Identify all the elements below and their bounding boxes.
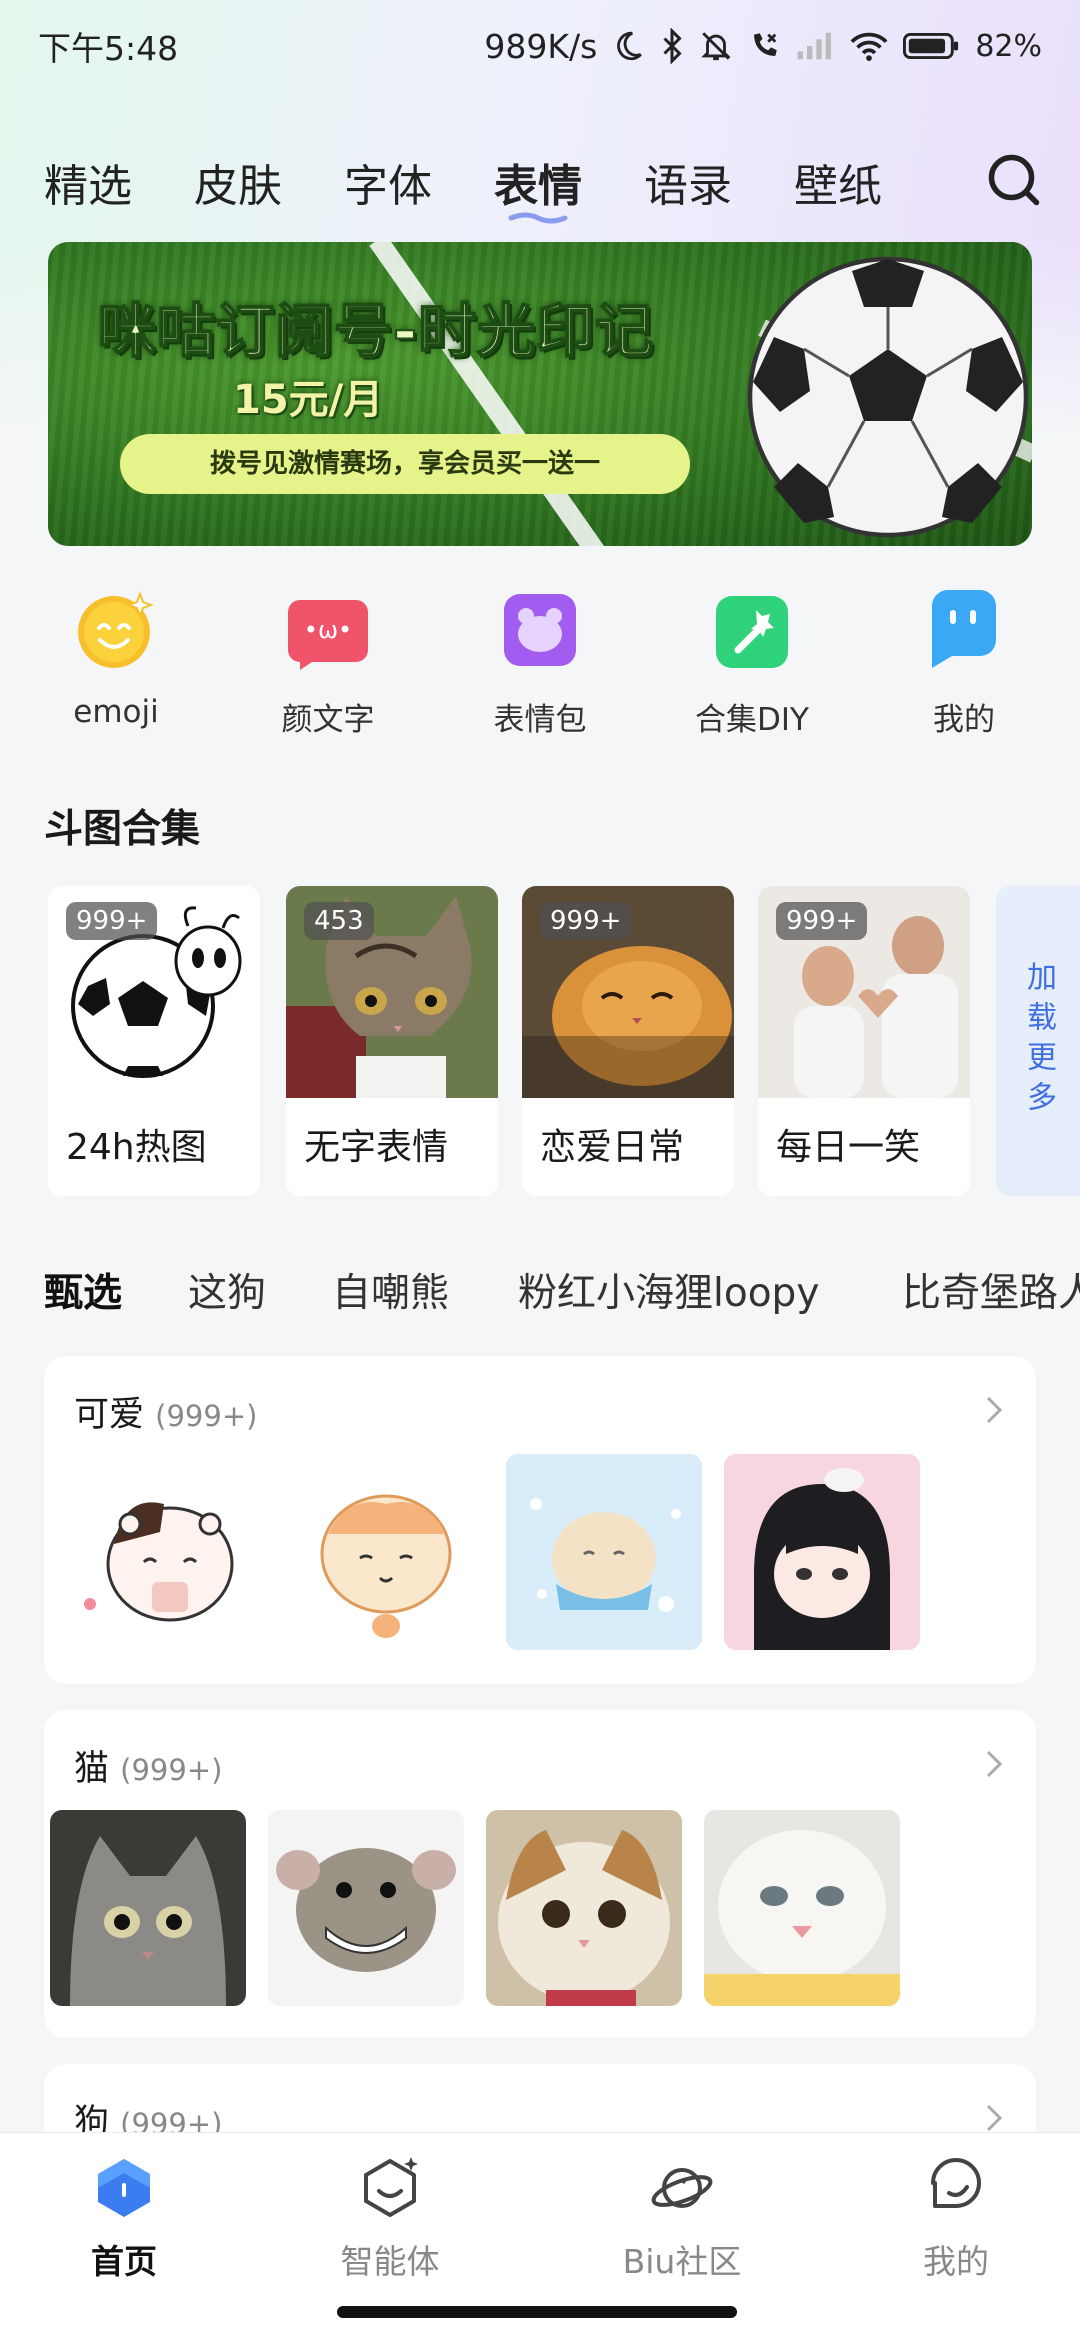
- top-tab-bar: 精选 皮肤 字体 表情 语录 壁纸: [0, 140, 1080, 230]
- panel-title: 可爱 (999+): [74, 1386, 257, 1437]
- subtab-this-dog[interactable]: 这狗: [188, 1262, 266, 1318]
- network-speed: 989K/s: [484, 26, 598, 66]
- tab-fonts[interactable]: 字体: [344, 150, 432, 214]
- emoji-icon: [78, 591, 154, 668]
- category-label: emoji: [73, 694, 159, 730]
- category-label: 合集DIY: [695, 702, 809, 738]
- planet-icon: [651, 2168, 713, 2208]
- count-badge: 999+: [776, 902, 868, 940]
- category-kaomoji[interactable]: •ω• 颜文字: [228, 588, 428, 739]
- banner-title: 咪咕订阅号-时光印记: [97, 296, 655, 366]
- collection-name: 无字表情: [304, 1127, 449, 1168]
- mute-bell-icon: [701, 32, 732, 61]
- panel-count: (999+): [155, 1399, 258, 1433]
- panel-title-text: 可爱: [74, 1395, 145, 1435]
- category-label: 表情包: [493, 702, 587, 738]
- sticker-thumbnail[interactable]: [724, 1454, 920, 1650]
- active-tab-indicator: [508, 212, 568, 224]
- subtab-curated[interactable]: 甄选: [44, 1262, 122, 1318]
- collection-card[interactable]: 999+ 24h热图: [48, 886, 260, 1196]
- panel-count: (999+): [120, 1753, 223, 1787]
- collection-card[interactable]: 453 无字表情: [286, 886, 498, 1196]
- sticker-thumbnail[interactable]: [268, 1810, 464, 2006]
- category-label: 我的: [933, 702, 995, 738]
- home-icon: [98, 2159, 150, 2217]
- count-badge: 999+: [540, 902, 632, 940]
- sticker-thumbnail[interactable]: [50, 1810, 246, 2006]
- my-stickers-icon: [932, 590, 996, 668]
- home-indicator[interactable]: [337, 2306, 737, 2318]
- subtab-self-mocking-bear[interactable]: 自嘲熊: [332, 1262, 449, 1318]
- tab-quotes[interactable]: 语录: [644, 150, 732, 214]
- panel-title: 猫 (999+): [74, 1740, 222, 1791]
- nav-label: Biu社区: [622, 2242, 742, 2281]
- subtab-bikini-bottom[interactable]: 比奇堡路人: [902, 1262, 1080, 1318]
- status-icons: 989K/s 82%: [484, 27, 1042, 66]
- promo-banner[interactable]: 咪咕订阅号-时光印记 15元/月 拨号见激情赛场，享会员买一送一: [48, 242, 1032, 546]
- collection-name: 24h热图: [66, 1127, 207, 1168]
- sticker-category-panel[interactable]: 猫 (999+): [44, 1710, 1036, 2038]
- tab-featured[interactable]: 精选: [44, 150, 132, 214]
- subtab-loopy[interactable]: 粉红小海狸loopy: [518, 1262, 819, 1318]
- sticker-thumbnail[interactable]: [486, 1810, 682, 2006]
- tab-wallpapers[interactable]: 壁纸: [794, 150, 882, 214]
- chevron-right-icon[interactable]: [982, 2100, 1006, 2136]
- search-icon[interactable]: [984, 150, 1044, 210]
- sticker-thumbnail[interactable]: [506, 1454, 702, 1650]
- count-badge: 999+: [66, 902, 158, 940]
- battery-icon: [903, 32, 959, 60]
- category-diy[interactable]: 合集DIY: [652, 588, 852, 739]
- nav-profile[interactable]: 我的: [856, 2153, 1056, 2283]
- panel-title-text: 猫: [74, 1749, 110, 1789]
- bluetooth-icon: [663, 28, 682, 64]
- nav-label: 我的: [923, 2242, 989, 2281]
- signal-icon: [797, 32, 832, 60]
- sticker-thumbnail[interactable]: [288, 1454, 484, 1650]
- sticker-category-panel[interactable]: 可爱 (999+): [44, 1356, 1036, 1684]
- wifi-icon: [850, 32, 888, 61]
- category-row: emoji •ω• 颜文字 表情包 合集DIY 我的: [0, 588, 1080, 738]
- sticker-pack-icon: [504, 594, 576, 666]
- chevron-right-icon[interactable]: [982, 1392, 1006, 1428]
- category-mine[interactable]: 我的: [864, 588, 1064, 739]
- tab-skins[interactable]: 皮肤: [194, 150, 282, 214]
- nav-label: 首页: [91, 2242, 157, 2281]
- status-bar: 下午5:48 989K/s 82%: [0, 0, 1080, 92]
- profile-icon: [931, 2158, 981, 2208]
- agent-icon: [364, 2157, 418, 2217]
- sticker-thumbnail[interactable]: [70, 1454, 266, 1650]
- sticker-filter-tabs: 甄选 这狗 自嘲熊 粉红小海狸loopy 比奇堡路人: [0, 1262, 1080, 1322]
- nav-agent[interactable]: 智能体: [290, 2153, 490, 2283]
- banner-price: 15元/月: [233, 377, 384, 423]
- call-blocked-icon: [754, 33, 778, 56]
- load-more-button[interactable]: 加载更多: [996, 886, 1080, 1196]
- chevron-right-icon[interactable]: [982, 1746, 1006, 1782]
- nav-community[interactable]: Biu社区: [582, 2153, 782, 2283]
- collection-name: 恋爱日常: [540, 1127, 685, 1168]
- nav-label: 智能体: [340, 2242, 440, 2281]
- sticker-thumbnail[interactable]: [704, 1810, 900, 2006]
- svg-text:•ω•: •ω•: [304, 616, 352, 644]
- status-time: 下午5:48: [38, 29, 179, 68]
- category-emoji[interactable]: emoji: [16, 588, 216, 730]
- tab-stickers[interactable]: 表情: [494, 150, 582, 214]
- category-sticker-pack[interactable]: 表情包: [440, 588, 640, 739]
- nav-home[interactable]: 首页: [24, 2153, 224, 2283]
- battery-percent: 82%: [975, 28, 1042, 64]
- count-badge: 453: [304, 902, 374, 940]
- kaomoji-icon: •ω•: [288, 600, 368, 670]
- diy-icon: [716, 596, 788, 668]
- soccer-ball-image: [747, 256, 1029, 538]
- category-label: 颜文字: [281, 702, 375, 738]
- collection-card[interactable]: 999+ 恋爱日常: [522, 886, 734, 1196]
- moon-icon: [617, 31, 643, 61]
- banner-pill: 拨号见激情赛场，享会员买一送一: [120, 434, 690, 494]
- collection-card[interactable]: 999+ 每日一笑: [758, 886, 970, 1196]
- collection-name: 每日一笑: [776, 1127, 921, 1168]
- collection-carousel: 999+ 24h热图 453 无字表情 999+ 恋爱日常 999+ 每日一笑 …: [0, 886, 1080, 1196]
- section-title: 斗图合集: [44, 807, 201, 852]
